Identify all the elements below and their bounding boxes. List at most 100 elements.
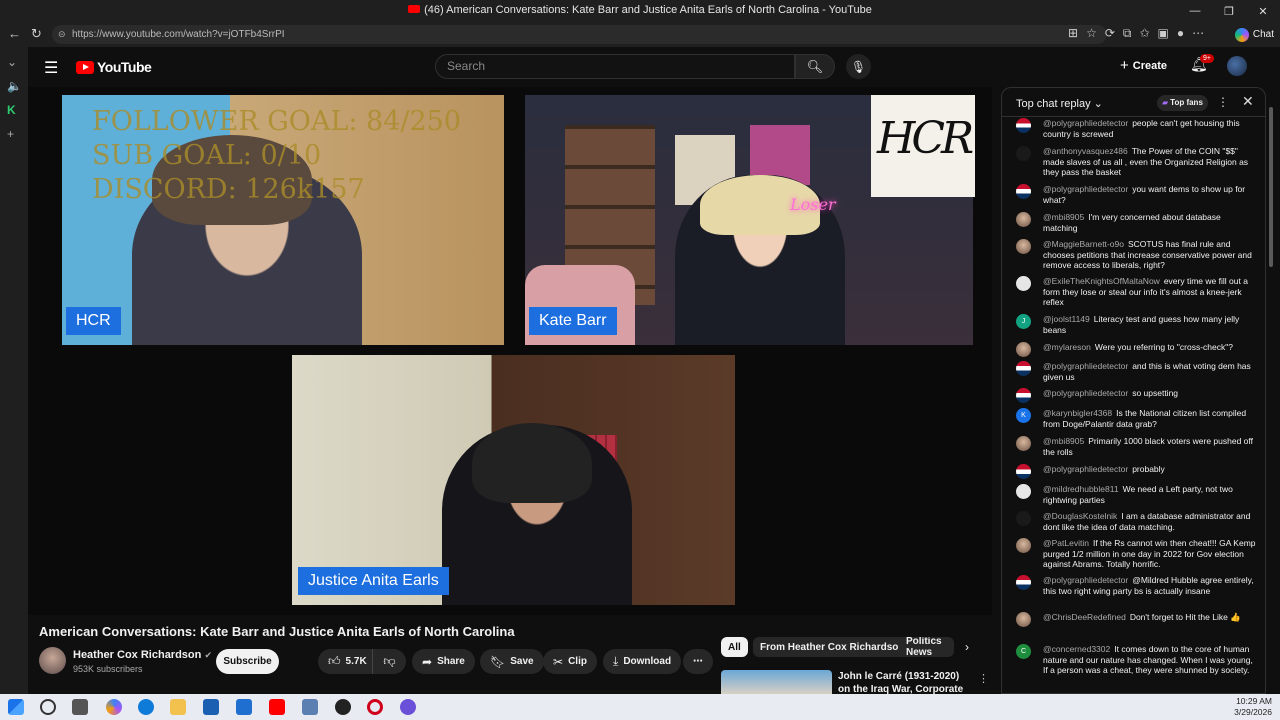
chat-message[interactable]: J @joolst1149 Literacy test and guess how …	[1016, 314, 1256, 335]
download-button[interactable]: ⤓ Download	[603, 649, 682, 674]
channel-name[interactable]: Heather Cox Richardson ✔	[73, 649, 212, 661]
chat-author-name[interactable]: @polygraphliedetector	[1043, 464, 1128, 474]
back-icon[interactable]: ←	[8, 26, 21, 41]
save-button[interactable]: 🔖︎ Save	[480, 649, 544, 674]
clip-button[interactable]: ✂ Clip	[543, 649, 597, 674]
profile-icon[interactable]: ●	[1177, 26, 1184, 41]
split-screen-icon[interactable]: ⧉	[1123, 26, 1132, 41]
chat-message[interactable]: @mbi8905 I'm very concerned about databas…	[1016, 212, 1256, 233]
chat-message[interactable]: @polygraphliedetector @Mildred Hubble agr…	[1016, 575, 1256, 596]
recommended-video-thumbnail[interactable]	[721, 670, 832, 694]
chips-next-arrow-icon[interactable]: ›	[965, 640, 969, 654]
chat-message[interactable]: @polygraphliedetector people can't get ho…	[1016, 118, 1256, 139]
chat-author-name[interactable]: @ExileTheKnightsOfMaltaNow	[1043, 276, 1160, 286]
task-view-icon[interactable]	[72, 699, 88, 715]
app-taskbar-icon[interactable]	[302, 699, 318, 715]
account-avatar[interactable]	[1227, 56, 1247, 76]
chat-message[interactable]: @polygraphliedetector so upsetting	[1016, 388, 1256, 403]
file-explorer-icon[interactable]	[170, 699, 186, 715]
read-aloud-icon[interactable]: 🔈	[7, 79, 22, 93]
chat-author-avatar[interactable]	[1016, 276, 1031, 291]
create-button[interactable]: + Create	[1120, 57, 1167, 74]
chat-author-name[interactable]: @mylareson	[1043, 342, 1091, 352]
voice-search-button[interactable]: 🎙︎	[846, 54, 871, 79]
opera-icon[interactable]	[367, 699, 383, 715]
chat-author-name[interactable]: @mbi8905	[1043, 212, 1084, 222]
edge-taskbar-icon[interactable]	[138, 699, 154, 715]
chat-author-avatar[interactable]	[1016, 464, 1031, 479]
chat-author-avatar[interactable]	[1016, 511, 1031, 526]
system-clock[interactable]: 10:29 AM 3/29/2026	[1234, 696, 1272, 718]
chat-author-name[interactable]: @mildredhubble811	[1043, 484, 1119, 494]
close-window-icon[interactable]: ✕	[1246, 0, 1280, 22]
add-sidebar-app-icon[interactable]: +	[7, 127, 14, 141]
top-fans-button[interactable]: ▰ Top fans	[1157, 95, 1208, 111]
store-icon[interactable]	[203, 699, 219, 715]
dislike-button[interactable]: 👎︎	[372, 649, 406, 674]
youtube-logo[interactable]: YouTube	[76, 59, 152, 75]
chat-message[interactable]: @PatLevitin If the Rs cannot win then che…	[1016, 538, 1256, 570]
chat-author-name[interactable]: @joolst1149	[1043, 314, 1090, 324]
chat-author-avatar[interactable]: K	[1016, 408, 1031, 423]
app-taskbar-icon[interactable]	[335, 699, 351, 715]
chat-author-avatar[interactable]	[1016, 212, 1031, 227]
collections-icon[interactable]: ▣	[1158, 26, 1169, 41]
chat-message[interactable]: @mildredhubble811 We need a Left party, n…	[1016, 484, 1256, 505]
chat-author-name[interactable]: @polygraphliedetector	[1043, 118, 1128, 128]
app-taskbar-icon[interactable]	[400, 699, 416, 715]
chat-message[interactable]: @polygraphliedetector and this is what vo…	[1016, 361, 1256, 382]
chat-message[interactable]: @MaggieBarnett-o9o SCOTUS has final rule …	[1016, 239, 1256, 271]
restore-icon[interactable]: ❐	[1212, 0, 1246, 22]
chip-all[interactable]: All	[721, 637, 748, 657]
like-button[interactable]: 👍︎ 5.7K	[318, 649, 372, 674]
chat-author-avatar[interactable]	[1016, 184, 1031, 199]
chat-author-name[interactable]: @anthonyvasquez486	[1043, 146, 1128, 156]
kick-app-icon[interactable]: K	[7, 103, 16, 117]
chat-author-name[interactable]: @PatLevitin	[1043, 538, 1089, 548]
youtube-taskbar-icon[interactable]	[269, 699, 285, 715]
chat-author-name[interactable]: @MaggieBarnett-o9o	[1043, 239, 1124, 249]
collapse-icon[interactable]: ⌄	[7, 55, 17, 69]
channel-avatar[interactable]	[39, 647, 66, 674]
chat-message[interactable]: @polygraphliedetector probably	[1016, 464, 1256, 479]
notifications-button[interactable]: 🔔︎ 9+	[1190, 54, 1214, 73]
chat-message[interactable]: C @concerned3302 It comes down to the core…	[1016, 644, 1256, 676]
favorite-star-icon[interactable]: ☆	[1086, 26, 1097, 41]
chat-message[interactable]: @ExileTheKnightsOfMaltaNow every time we …	[1016, 276, 1256, 308]
app-available-icon[interactable]: ⊞	[1068, 26, 1078, 41]
chat-author-name[interactable]: @concerned3302	[1043, 644, 1110, 654]
chat-author-avatar[interactable]	[1016, 388, 1031, 403]
minimize-icon[interactable]: —	[1178, 0, 1212, 22]
chat-mode-dropdown[interactable]: Top chat replay ⌄	[1016, 97, 1103, 110]
chat-author-name[interactable]: @DouglasKostelnik	[1043, 511, 1117, 521]
search-taskbar-icon[interactable]	[40, 699, 56, 715]
chat-author-avatar[interactable]	[1016, 575, 1031, 590]
favorites-icon[interactable]: ✩	[1139, 26, 1149, 41]
chat-message[interactable]: @DouglasKostelnik I am a database adminis…	[1016, 511, 1256, 532]
share-button[interactable]: ➦ Share	[412, 649, 475, 674]
recommended-video-title[interactable]: John le Carré (1931-2020) on the Iraq Wa…	[838, 670, 968, 694]
search-button[interactable]: 🔍︎	[795, 54, 835, 79]
chat-message[interactable]: @polygraphliedetector you want dems to sh…	[1016, 184, 1256, 205]
chat-message[interactable]: @mylareson Were you referring to "cross-c…	[1016, 342, 1256, 357]
chat-author-avatar[interactable]	[1016, 146, 1031, 161]
chat-message[interactable]: @mbi8905 Primarily 1000 black voters were…	[1016, 436, 1256, 457]
tab-title[interactable]: (46) American Conversations: Kate Barr a…	[0, 4, 1280, 16]
copilot-taskbar-icon[interactable]	[106, 699, 122, 715]
guide-menu-icon[interactable]: ☰	[44, 58, 58, 78]
extensions-icon[interactable]: ⟳	[1105, 26, 1115, 41]
chat-message[interactable]: K @karynbigler4368 Is the National citizen…	[1016, 408, 1256, 429]
chat-author-avatar[interactable]: C	[1016, 644, 1031, 659]
chat-author-name[interactable]: @polygraphliedetector	[1043, 388, 1128, 398]
chat-message[interactable]: @ChrisDeeRedefined Don't forget to Hit th…	[1016, 612, 1256, 627]
mail-icon[interactable]	[236, 699, 252, 715]
copilot-chat-button[interactable]: Chat	[1234, 25, 1274, 44]
browser-menu-icon[interactable]: ⋯	[1192, 26, 1204, 41]
recommended-more-icon[interactable]: ⋮	[978, 672, 989, 685]
chat-author-name[interactable]: @polygraphliedetector	[1043, 184, 1128, 194]
chat-message[interactable]: @anthonyvasquez486 The Power of the COIN …	[1016, 146, 1256, 178]
chat-author-avatar[interactable]	[1016, 118, 1031, 133]
chat-scrollbar[interactable]	[1268, 87, 1274, 694]
url-field[interactable]: ⊝ https://www.youtube.com/watch?v=jOTFb4…	[52, 25, 1107, 44]
chat-author-avatar[interactable]: J	[1016, 314, 1031, 329]
